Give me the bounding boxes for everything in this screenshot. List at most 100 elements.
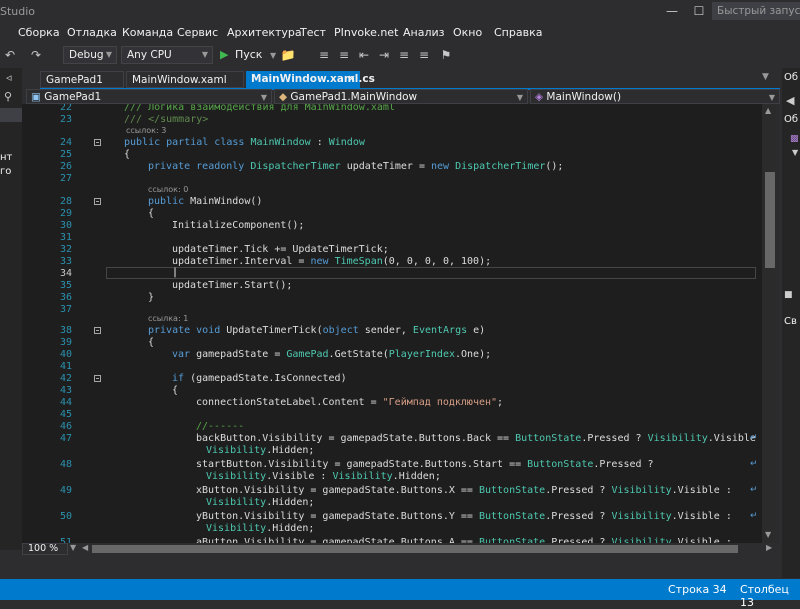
- quick-launch-input[interactable]: Быстрый запуск (Ctrl: [712, 2, 800, 20]
- expand-arrow-icon[interactable]: ▼: [792, 148, 798, 157]
- window-title: Studio: [0, 5, 36, 18]
- pin-icon[interactable]: ◃: [6, 71, 12, 84]
- project-select[interactable]: ▣ GamePad1 ▼: [26, 89, 272, 104]
- code-line: if (gamepadState.IsConnected): [172, 373, 347, 384]
- member-select[interactable]: ◈ MainWindow() ▼: [530, 89, 780, 104]
- chevron-down-icon: ▼: [260, 93, 267, 102]
- collapse-icon[interactable]: [94, 327, 101, 334]
- title-bar: Studio — ☐ Быстрый запуск (Ctrl: [0, 0, 800, 24]
- tab-mainwindow-xaml[interactable]: MainWindow.xaml: [126, 71, 244, 88]
- scroll-up-icon[interactable]: ▲: [765, 106, 771, 115]
- chevron-down-icon: ▼: [201, 50, 208, 59]
- line-number: 24: [59, 137, 72, 148]
- folder-icon[interactable]: 📁: [280, 46, 296, 64]
- close-icon[interactable]: ×: [347, 71, 356, 88]
- code-editor[interactable]: 22 /// Логика взаимодействия для MainWin…: [22, 104, 762, 543]
- line-number: 26: [59, 161, 72, 172]
- code-line: private void UpdateTimerTick(object send…: [148, 325, 486, 336]
- zoom-value: 100 %: [28, 543, 59, 554]
- line-number: 25: [59, 149, 72, 160]
- scroll-right-icon[interactable]: ▶: [766, 543, 772, 552]
- line-number: 32: [59, 244, 72, 255]
- code-line: {: [148, 337, 155, 348]
- csharp-project-icon: ▣: [31, 91, 41, 103]
- search-icon[interactable]: ⚲: [4, 90, 12, 103]
- code-lens-references[interactable]: ссылок: 0: [148, 185, 188, 194]
- zoom-select[interactable]: 100 %: [22, 543, 68, 555]
- configuration-select[interactable]: Debug ▼: [63, 46, 117, 64]
- code-line: }: [148, 292, 155, 303]
- menu-build[interactable]: Сборка: [18, 26, 60, 39]
- line-number: 48: [59, 459, 72, 470]
- line-number: 39: [59, 337, 72, 348]
- menu-tools[interactable]: Сервис: [177, 26, 218, 39]
- scroll-down-icon[interactable]: ▼: [765, 530, 771, 539]
- collapse-icon[interactable]: [94, 139, 101, 146]
- text-cursor: |: [172, 267, 179, 278]
- tab-label: GamePad1: [46, 74, 103, 86]
- right-panel-text: Об: [784, 72, 799, 83]
- indent-icon[interactable]: ⇥: [376, 46, 392, 64]
- uncomment-icon[interactable]: ≡: [416, 46, 432, 64]
- line-number: 29: [59, 208, 72, 219]
- collapse-icon[interactable]: [94, 198, 101, 205]
- code-line: /// Логика взаимодействия для MainWindow…: [124, 104, 395, 113]
- code-line: backButton.Visibility = gamepadState.But…: [196, 433, 762, 444]
- bookmark-icon[interactable]: ≡: [316, 46, 332, 64]
- code-line: Visibility.Visible : Visibility.Hidden;: [206, 471, 441, 482]
- bookmark-flag-icon[interactable]: ⚑: [438, 46, 454, 64]
- menu-analyze[interactable]: Анализ: [403, 26, 445, 39]
- menu-window[interactable]: Окно: [453, 26, 482, 39]
- vertical-scrollbar[interactable]: ▲ ▼: [762, 104, 779, 543]
- code-line: Visibility.Hidden;: [206, 523, 315, 534]
- platform-value: Any CPU: [127, 49, 172, 61]
- chevron-down-icon: ▼: [269, 51, 277, 60]
- line-number: 46: [59, 421, 72, 432]
- wrap-glyph-icon: ↵: [750, 511, 758, 521]
- scroll-left-icon[interactable]: ◀: [82, 543, 88, 552]
- right-tool-panel: Об ◀ Об ▩ ▼ ■ Св: [782, 68, 800, 578]
- minimize-icon[interactable]: —: [663, 3, 681, 19]
- menu-team[interactable]: Команда: [122, 26, 173, 39]
- line-number: 27: [59, 173, 72, 184]
- play-icon: ▶: [220, 48, 229, 61]
- code-line: startButton.Visibility = gamepadState.Bu…: [196, 459, 654, 470]
- horizontal-scrollbar-thumb[interactable]: [92, 545, 738, 553]
- type-select[interactable]: ◆ GamePad1.MainWindow ▼: [274, 89, 528, 104]
- panel-toggle-icon[interactable]: ■: [784, 290, 793, 300]
- platform-select[interactable]: Any CPU ▼: [121, 46, 213, 64]
- back-arrow-icon[interactable]: ◀: [786, 94, 794, 107]
- left-panel-text: нт: [0, 152, 13, 163]
- scrollbar-thumb[interactable]: [765, 172, 775, 268]
- undo-icon[interactable]: ↶: [2, 46, 18, 64]
- collapse-icon[interactable]: [94, 375, 101, 382]
- tab-overflow-icon[interactable]: ▼: [762, 72, 769, 82]
- tab-mainwindow-xaml-cs[interactable]: MainWindow.xaml.cs ×: [246, 71, 375, 88]
- solution-icon[interactable]: ▩: [790, 134, 799, 144]
- code-line: Visibility.Hidden;: [206, 497, 315, 508]
- code-lens-references[interactable]: ссылок: 3: [126, 126, 166, 135]
- code-lens-references[interactable]: ссылка: 1: [148, 314, 188, 323]
- wrap-glyph-icon: ↵: [750, 459, 758, 469]
- menu-architecture[interactable]: Архитектура: [227, 26, 302, 39]
- start-button[interactable]: ▶ Пуск ▼: [220, 46, 276, 64]
- code-line: private readonly DispatcherTimer updateT…: [148, 161, 564, 172]
- line-number: 42: [59, 373, 72, 384]
- line-number: 37: [59, 304, 72, 315]
- redo-icon[interactable]: ↷: [28, 46, 44, 64]
- menu-help[interactable]: Справка: [494, 26, 542, 39]
- chevron-down-icon: ▼: [70, 543, 77, 552]
- left-panel-row[interactable]: [0, 108, 22, 122]
- maximize-icon[interactable]: ☐: [690, 3, 708, 19]
- bookmark-next-icon[interactable]: ≡: [336, 46, 352, 64]
- outdent-icon[interactable]: ⇤: [356, 46, 372, 64]
- tab-gamepad1[interactable]: GamePad1: [40, 71, 124, 88]
- configuration-value: Debug: [69, 49, 104, 61]
- line-number: 23: [59, 114, 72, 125]
- left-tool-panel: ◃ ⚲ нт го: [0, 68, 22, 550]
- comment-icon[interactable]: ≡: [396, 46, 412, 64]
- menu-pinvoke[interactable]: PInvoke.net: [334, 26, 398, 39]
- menu-debug[interactable]: Отладка: [67, 26, 117, 39]
- menu-test[interactable]: Тест: [300, 26, 326, 39]
- code-line: updateTimer.Tick += UpdateTimerTick;: [172, 244, 389, 255]
